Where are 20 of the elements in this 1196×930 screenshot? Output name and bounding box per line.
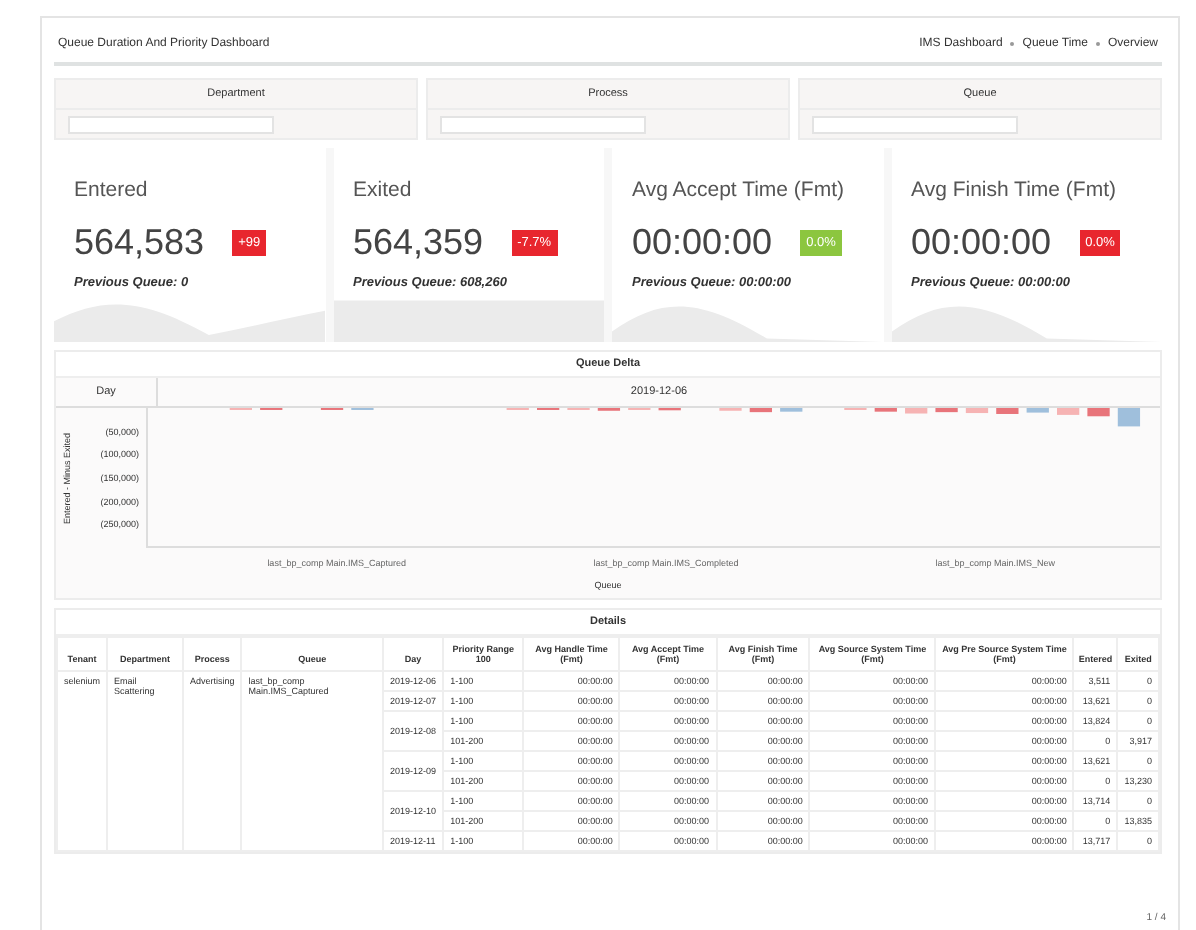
delta-bar [904,408,927,414]
kpi-value: 00:00:00 [911,222,1052,264]
kpi-value: 564,359 [353,222,484,264]
filter-input[interactable] [68,116,274,134]
kpi-title: Avg Finish Time (Fmt) [911,178,1118,202]
kpi-title: Avg Accept Time (Fmt) [632,178,846,202]
kpi-title: Exited [353,178,414,202]
delta-bar [1116,408,1140,427]
delta-bar [964,408,988,414]
kpi-title: Entered [74,178,150,202]
delta-bar [1086,408,1109,417]
filter-input[interactable] [812,116,1018,134]
delta-bar [1025,408,1048,413]
kpi-value: 00:00:00 [632,222,773,264]
delta-bar [1056,408,1079,415]
kpi-value: 564,583 [74,222,205,264]
delta-bar [995,408,1018,414]
filter-input[interactable] [440,116,646,134]
delta-bar [934,408,957,413]
delta-bar [748,408,771,413]
